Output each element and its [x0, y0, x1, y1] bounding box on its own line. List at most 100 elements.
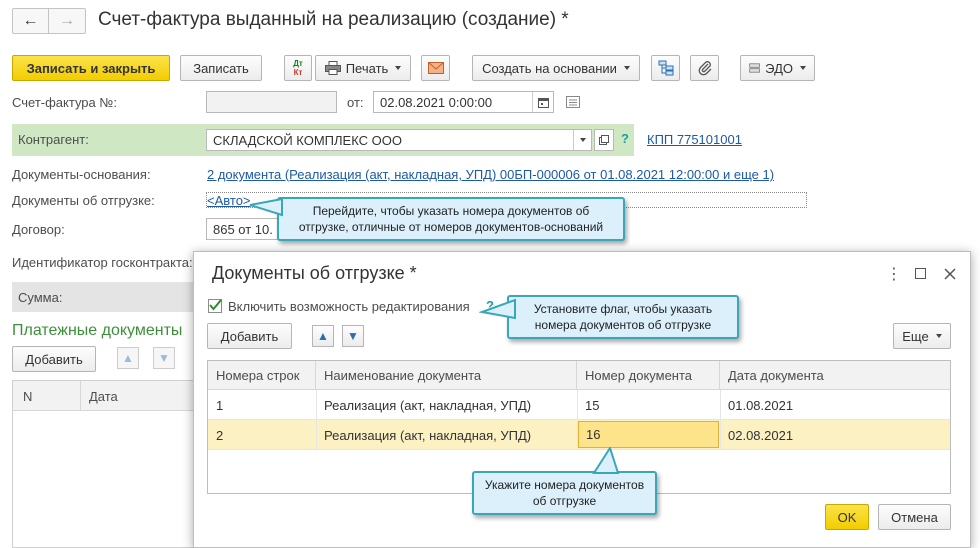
col-doc-name: Наименование документа	[316, 361, 577, 389]
row-doc-name: Реализация (акт, накладная, УПД)	[324, 397, 532, 413]
counterparty-label: Контрагент:	[18, 132, 89, 147]
date-field[interactable]: 02.08.2021 0:00:00	[373, 91, 554, 113]
save-and-close-button[interactable]: Записать и закрыть	[12, 55, 170, 81]
tooltip-pointer-2	[479, 298, 516, 320]
chevron-down-icon	[935, 334, 942, 338]
back-button[interactable]: ←	[13, 9, 49, 33]
cancel-button[interactable]: Отмена	[878, 504, 951, 530]
dtkt-button[interactable]: Дт Кт	[284, 55, 312, 81]
sum-label: Сумма:	[18, 290, 63, 305]
calendar-button[interactable]	[532, 92, 553, 112]
edo-icon	[749, 63, 760, 73]
counterparty-field[interactable]: СКЛАДСКОЙ КОМПЛЕКС ООО	[206, 129, 592, 151]
payments-col-date: Дата	[89, 389, 118, 404]
counterparty-dropdown-button[interactable]	[573, 130, 592, 150]
edit-checkbox-label[interactable]: Включить возможность редактирования	[228, 299, 470, 314]
table-row[interactable]: 2 Реализация (акт, накладная, УПД) 16 02…	[208, 420, 950, 450]
table-col-divider	[720, 390, 721, 450]
chevron-down-icon	[580, 138, 586, 142]
row-doc-number[interactable]: 15	[577, 390, 720, 420]
hierarchy-icon	[658, 60, 673, 76]
dialog-table-header: Номера строк Наименование документа Номе…	[208, 361, 950, 390]
contract-value: 865 от 10.	[213, 221, 273, 237]
dialog-maximize-button[interactable]	[915, 268, 926, 279]
payments-col-n: N	[23, 389, 33, 404]
email-button[interactable]	[421, 55, 450, 81]
col-row-numbers: Номера строк	[208, 361, 316, 389]
dialog-menu-icon[interactable]: ⋮	[886, 264, 902, 284]
create-based-on-button[interactable]: Создать на основании	[472, 55, 640, 81]
arrow-down-icon: ▼	[158, 351, 170, 365]
payments-header: Платежные документы	[12, 322, 183, 339]
tooltip-edit-flag: Установите флаг, чтобы указать номера до…	[507, 295, 739, 339]
payments-move-up-button[interactable]: ▲	[117, 347, 139, 369]
date-value: 02.08.2021 0:00:00	[380, 94, 493, 110]
ok-button[interactable]: OK	[825, 504, 869, 530]
create-based-on-label: Создать на основании	[482, 60, 617, 76]
tooltip-shipment-link: Перейдите, чтобы указать номера документ…	[277, 197, 625, 241]
base-docs-label: Документы-основания:	[12, 167, 151, 182]
kpp-link[interactable]: КПП 775101001	[647, 132, 742, 147]
calendar-icon	[537, 97, 549, 108]
arrow-up-icon: ▲	[317, 329, 329, 343]
payments-move-down-button[interactable]: ▼	[153, 347, 175, 369]
payments-add-button[interactable]: Добавить	[12, 346, 96, 372]
more-label: Еще	[902, 328, 929, 344]
row-doc-name: Реализация (акт, накладная, УПД)	[324, 427, 532, 443]
row-doc-number: 16	[586, 427, 601, 442]
row-doc-date: 01.08.2021	[728, 397, 794, 413]
tooltip-pointer-1	[249, 197, 283, 217]
arrow-right-icon: →	[59, 12, 75, 29]
table-col-divider	[316, 390, 317, 450]
chevron-down-icon	[395, 66, 402, 70]
row-number: 2	[216, 427, 224, 443]
open-window-icon	[599, 135, 609, 145]
dialog-more-button[interactable]: Еще	[893, 323, 951, 349]
arrow-left-icon: ←	[22, 12, 39, 29]
attach-button[interactable]	[690, 55, 719, 81]
paperclip-icon	[698, 61, 711, 76]
payments-table: N Дата	[12, 380, 194, 548]
base-docs-link[interactable]: 2 документа (Реализация (акт, накладная,…	[207, 167, 774, 182]
forward-button[interactable]: →	[49, 9, 85, 33]
table-col-divider	[577, 390, 578, 450]
row-doc-number-input[interactable]: 16	[578, 421, 719, 448]
chevron-down-icon	[800, 66, 806, 70]
structure-button[interactable]	[651, 55, 680, 81]
edo-button[interactable]: ЭДО	[740, 55, 815, 81]
counterparty-open-button[interactable]	[594, 129, 614, 151]
edit-checkbox[interactable]	[208, 299, 222, 313]
envelope-icon	[427, 62, 444, 74]
tooltip-pointer-3	[592, 447, 620, 474]
col-doc-number: Номер документа	[577, 361, 720, 389]
save-button[interactable]: Записать	[180, 55, 262, 81]
page-title: Счет-фактура выданный на реализацию (соз…	[98, 9, 569, 30]
list-icon	[566, 96, 580, 108]
comment-button[interactable]	[566, 96, 580, 108]
tooltip-doc-number: Укажите номера документов об отгрузке	[472, 471, 657, 515]
shipment-docs-label: Документы об отгрузке:	[12, 193, 155, 208]
checkmark-icon	[209, 299, 222, 311]
kt-icon: Кт	[293, 68, 303, 77]
payments-col-divider	[80, 381, 81, 411]
date-from-label: от:	[347, 95, 364, 110]
counterparty-help-icon[interactable]: ?	[621, 131, 629, 146]
shipment-docs-auto-link[interactable]: <Авто>	[207, 193, 251, 208]
invoice-number-field[interactable]	[206, 91, 337, 113]
dialog-add-button[interactable]: Добавить	[207, 323, 292, 349]
chevron-down-icon	[623, 66, 630, 70]
arrow-up-icon: ▲	[122, 351, 134, 365]
contract-field[interactable]: 865 от 10.	[206, 218, 286, 240]
table-row[interactable]: 1 Реализация (акт, накладная, УПД) 15 01…	[208, 390, 950, 420]
arrow-down-icon: ▼	[347, 329, 359, 343]
print-button[interactable]: Печать	[315, 55, 411, 81]
counterparty-value: СКЛАДСКОЙ КОМПЛЕКС ООО	[213, 132, 402, 148]
dialog-title: Документы об отгрузке *	[212, 263, 417, 283]
dialog-move-up-button[interactable]: ▲	[312, 325, 334, 347]
row-number: 1	[216, 397, 224, 413]
dialog-move-down-button[interactable]: ▼	[342, 325, 364, 347]
col-doc-date: Дата документа	[728, 367, 824, 383]
dt-icon: Дт	[293, 59, 303, 68]
dialog-close-icon[interactable]	[944, 268, 956, 280]
printer-icon	[324, 61, 341, 75]
